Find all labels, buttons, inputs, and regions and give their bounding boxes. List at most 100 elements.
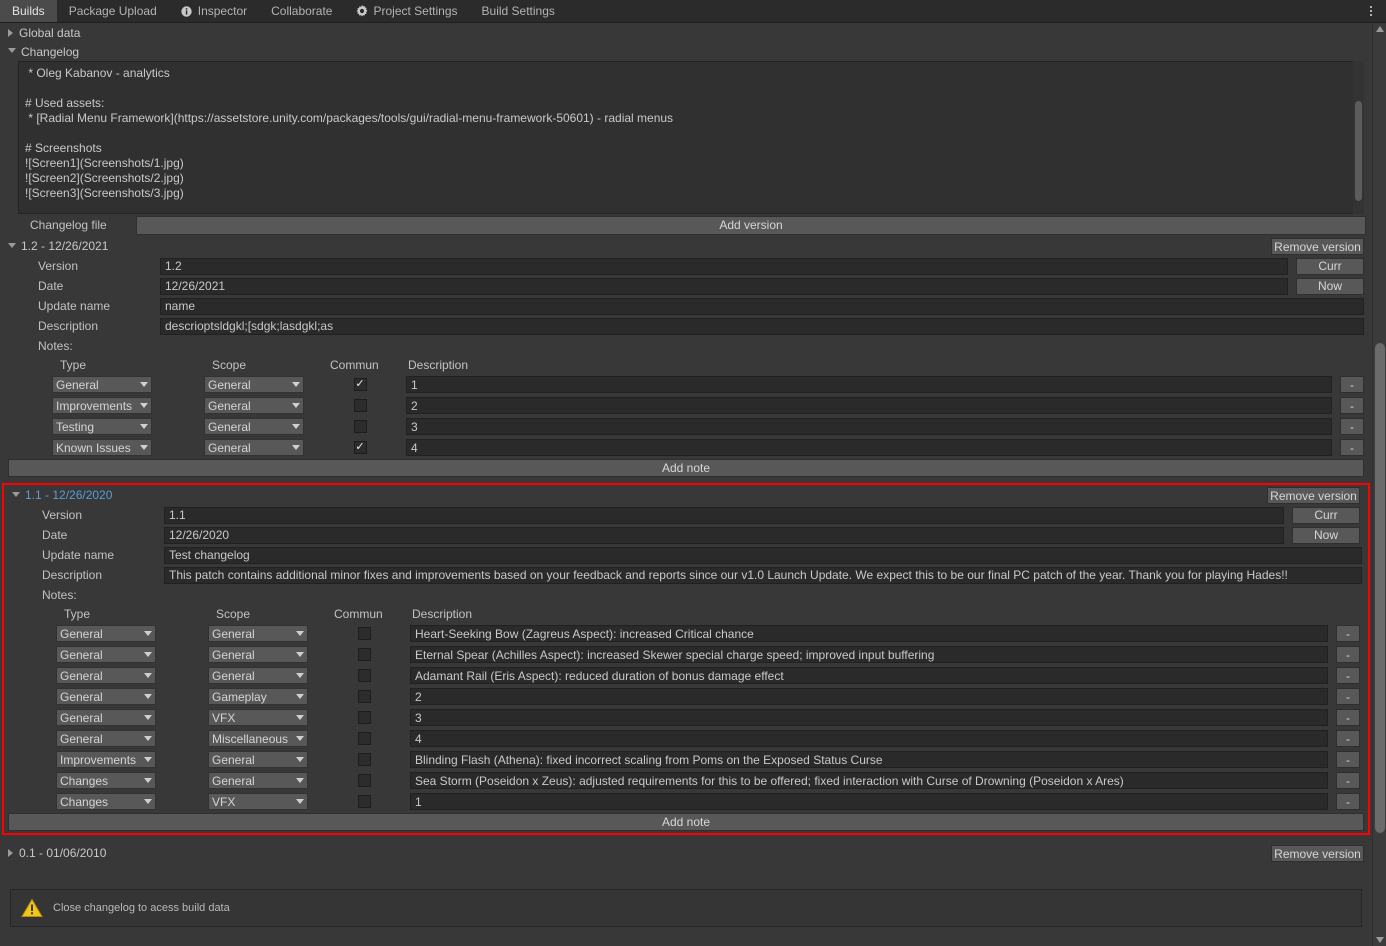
- remove-note-button[interactable]: -: [1336, 751, 1360, 768]
- note-type-dropdown[interactable]: General: [56, 709, 156, 726]
- note-commun-checkbox[interactable]: [357, 711, 371, 724]
- vertical-scrollbar[interactable]: [1372, 23, 1386, 946]
- note-type-dropdown[interactable]: General: [56, 625, 156, 642]
- changelog-textarea[interactable]: * Oleg Kabanov - analytics # Used assets…: [18, 61, 1364, 214]
- version-header[interactable]: 1.2 - 12/26/2021 Remove version: [0, 236, 1372, 256]
- note-description-input[interactable]: 1: [410, 793, 1328, 810]
- foldout-global-data[interactable]: Global data: [0, 23, 1372, 42]
- tab-builds[interactable]: Builds: [0, 0, 57, 22]
- note-description-input[interactable]: 2: [410, 688, 1328, 705]
- remove-note-button[interactable]: -: [1340, 376, 1364, 393]
- note-scope-dropdown[interactable]: General: [208, 772, 308, 789]
- tab-collaborate[interactable]: Collaborate: [259, 0, 344, 22]
- remove-note-button[interactable]: -: [1336, 646, 1360, 663]
- remove-note-button[interactable]: -: [1336, 709, 1360, 726]
- tab-package-upload[interactable]: Package Upload: [57, 0, 169, 22]
- scroll-up-icon[interactable]: [1373, 23, 1386, 35]
- remove-note-button[interactable]: -: [1340, 439, 1364, 456]
- note-commun-checkbox[interactable]: [357, 627, 371, 640]
- note-type-dropdown[interactable]: General: [56, 730, 156, 747]
- version-input[interactable]: 1.1: [164, 506, 1284, 524]
- note-commun-checkbox[interactable]: [357, 795, 371, 808]
- update-name-input[interactable]: Test changelog: [164, 546, 1362, 564]
- note-type-dropdown[interactable]: Known Issues: [52, 439, 152, 456]
- scrollbar-thumb[interactable]: [1355, 101, 1362, 201]
- curr-button[interactable]: Curr: [1292, 506, 1360, 524]
- note-commun-checkbox[interactable]: [353, 399, 367, 412]
- note-description-input[interactable]: Heart-Seeking Bow (Zagreus Aspect): incr…: [410, 625, 1328, 642]
- note-commun-checkbox[interactable]: ✓: [353, 441, 367, 454]
- version-header[interactable]: 0.1 - 01/06/2010 Remove version: [0, 843, 1372, 863]
- scrollbar-thumb[interactable]: [1375, 343, 1385, 833]
- note-type-dropdown[interactable]: Changes: [56, 793, 156, 810]
- add-note-button[interactable]: Add note: [8, 459, 1364, 477]
- note-description-input[interactable]: Blinding Flash (Athena): fixed incorrect…: [410, 751, 1328, 768]
- note-type-dropdown[interactable]: General: [56, 646, 156, 663]
- version-input[interactable]: 1.2: [160, 257, 1288, 275]
- note-scope-dropdown[interactable]: General: [208, 646, 308, 663]
- version-header[interactable]: 1.1 - 12/26/2020 Remove version: [4, 485, 1368, 505]
- note-description-input[interactable]: Eternal Spear (Achilles Aspect): increas…: [410, 646, 1328, 663]
- remove-note-button[interactable]: -: [1336, 688, 1360, 705]
- note-type-dropdown[interactable]: Changes: [56, 772, 156, 789]
- note-scope-dropdown[interactable]: Miscellaneous: [208, 730, 308, 747]
- remove-version-button[interactable]: Remove version: [1271, 845, 1364, 862]
- remove-version-button[interactable]: Remove version: [1267, 487, 1360, 504]
- remove-note-button[interactable]: -: [1336, 772, 1360, 789]
- changelog-textarea-scrollbar[interactable]: [1353, 61, 1364, 214]
- note-scope-dropdown[interactable]: VFX: [208, 793, 308, 810]
- note-description-input[interactable]: 4: [406, 439, 1332, 456]
- update-name-input[interactable]: name: [160, 297, 1364, 315]
- note-description-input[interactable]: 1: [406, 376, 1332, 393]
- add-note-button[interactable]: Add note: [8, 813, 1364, 831]
- note-scope-dropdown[interactable]: General: [208, 625, 308, 642]
- tab-build-settings[interactable]: Build Settings: [470, 0, 567, 22]
- scroll-down-icon[interactable]: [1373, 934, 1386, 946]
- note-type-dropdown[interactable]: Testing: [52, 418, 152, 435]
- now-button[interactable]: Now: [1296, 277, 1364, 295]
- tab-project-settings[interactable]: Project Settings: [344, 0, 469, 22]
- note-scope-dropdown[interactable]: General: [204, 439, 304, 456]
- note-description-input[interactable]: 2: [406, 397, 1332, 414]
- note-type-dropdown[interactable]: General: [52, 376, 152, 393]
- note-description-input[interactable]: Sea Storm (Poseidon x Zeus): adjusted re…: [410, 772, 1328, 789]
- tab-inspector[interactable]: Inspector: [169, 0, 259, 22]
- date-input[interactable]: 12/26/2020: [164, 526, 1284, 544]
- more-options-icon[interactable]: [1362, 0, 1380, 22]
- note-scope-dropdown[interactable]: Gameplay: [208, 688, 308, 705]
- now-button[interactable]: Now: [1292, 526, 1360, 544]
- note-scope-dropdown[interactable]: General: [204, 376, 304, 393]
- curr-button[interactable]: Curr: [1296, 257, 1364, 275]
- add-version-button[interactable]: Add version: [136, 215, 1366, 235]
- remove-version-button[interactable]: Remove version: [1271, 238, 1364, 255]
- remove-note-button[interactable]: -: [1336, 625, 1360, 642]
- note-type-dropdown[interactable]: Improvements: [56, 751, 156, 768]
- note-commun-checkbox[interactable]: [357, 774, 371, 787]
- note-scope-dropdown[interactable]: General: [204, 397, 304, 414]
- note-type-dropdown[interactable]: General: [56, 667, 156, 684]
- note-commun-checkbox[interactable]: [353, 420, 367, 433]
- note-description-input[interactable]: 4: [410, 730, 1328, 747]
- note-scope-dropdown[interactable]: VFX: [208, 709, 308, 726]
- remove-note-button[interactable]: -: [1336, 667, 1360, 684]
- note-commun-checkbox[interactable]: ✓: [353, 378, 367, 391]
- note-description-input[interactable]: Adamant Rail (Eris Aspect): reduced dura…: [410, 667, 1328, 684]
- note-commun-checkbox[interactable]: [357, 732, 371, 745]
- remove-note-button[interactable]: -: [1336, 793, 1360, 810]
- note-type-dropdown[interactable]: General: [56, 688, 156, 705]
- foldout-changelog[interactable]: Changelog: [0, 42, 1372, 61]
- note-commun-checkbox[interactable]: [357, 669, 371, 682]
- remove-note-button[interactable]: -: [1340, 418, 1364, 435]
- note-commun-checkbox[interactable]: [357, 753, 371, 766]
- description-input[interactable]: descrioptsldgkl;[sdgk;lasdgkl;as: [160, 317, 1364, 335]
- description-input[interactable]: This patch contains additional minor fix…: [164, 566, 1362, 584]
- remove-note-button[interactable]: -: [1336, 730, 1360, 747]
- note-commun-checkbox[interactable]: [357, 690, 371, 703]
- note-scope-dropdown[interactable]: General: [204, 418, 304, 435]
- note-scope-dropdown[interactable]: General: [208, 751, 308, 768]
- date-input[interactable]: 12/26/2021: [160, 277, 1288, 295]
- note-commun-checkbox[interactable]: [357, 648, 371, 661]
- note-description-input[interactable]: 3: [406, 418, 1332, 435]
- note-description-input[interactable]: 3: [410, 709, 1328, 726]
- note-scope-dropdown[interactable]: General: [208, 667, 308, 684]
